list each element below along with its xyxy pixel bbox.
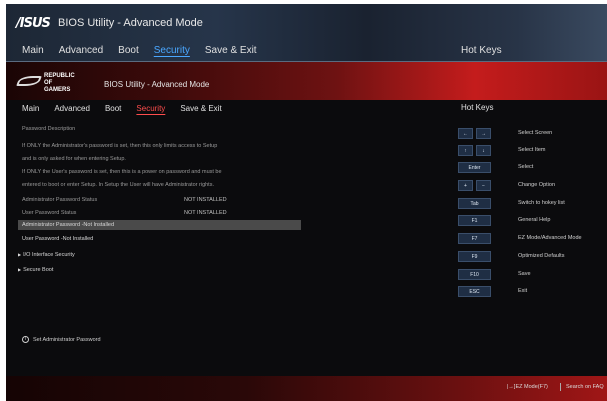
hotkey-desc: Select Screen: [518, 130, 553, 136]
hotkey-desc: Change Option: [518, 182, 555, 188]
footer-separator: [560, 383, 561, 391]
hotkey-row: F7 EZ Mode/Advanced Mode: [458, 233, 598, 245]
tab-main[interactable]: Main: [22, 104, 39, 113]
esc-key: ESC: [458, 286, 491, 297]
io-interface-security-item[interactable]: I/O Interface Security: [18, 252, 75, 258]
hotkey-desc: Save: [518, 271, 531, 277]
admin-status-label: Administrator Password Status: [22, 197, 98, 203]
rog-nav-tabs: Main Advanced Boot Security Save & Exit: [22, 104, 237, 113]
f10-key: F10: [458, 269, 491, 280]
description-line-4: entered to boot or enter Setup. In Setup…: [22, 182, 214, 188]
tab-security[interactable]: Security: [136, 104, 165, 113]
hotkey-desc: Switch to hokey list: [518, 200, 565, 206]
user-password-item[interactable]: User Password -Not Installed: [22, 236, 93, 242]
hotkey-row: Enter Select: [458, 162, 598, 174]
user-status-value: NOT INSTALLED: [184, 210, 227, 216]
asus-header-title: BIOS Utility - Advanced Mode: [58, 17, 203, 29]
description-line-1: If ONLY the Administrator's password is …: [22, 143, 218, 149]
right-arrow-key: →: [476, 128, 491, 139]
plus-key: +: [458, 180, 473, 191]
f7-key: F7: [458, 233, 491, 244]
hot-keys-label: Hot Keys: [461, 103, 494, 112]
description-line-3: If ONLY the User's password is set, then…: [22, 169, 222, 175]
user-status-label: User Password Status: [22, 210, 77, 216]
hotkey-desc: Select: [518, 164, 534, 170]
down-arrow-key: ↓: [476, 145, 491, 156]
asus-tab-security[interactable]: Security: [154, 45, 190, 56]
tab-boot[interactable]: Boot: [105, 104, 121, 113]
admin-password-item[interactable]: Administrator Password -Not Installed: [22, 222, 114, 228]
hotkey-desc: EZ Mode/Advanced Mode: [518, 235, 582, 241]
rog-header-title: BIOS Utility - Advanced Mode: [104, 80, 210, 89]
hotkey-row: Tab Switch to hokey list: [458, 198, 598, 210]
ez-mode-button[interactable]: |→]EZ Mode(F7): [507, 384, 548, 390]
rog-logo-text: REPUBLIC OF GAMERS: [44, 73, 75, 93]
password-description-heading: Password Description: [22, 126, 76, 132]
asus-tab-save-exit[interactable]: Save & Exit: [205, 45, 257, 56]
tab-save-exit[interactable]: Save & Exit: [180, 104, 221, 113]
asus-logo: /ISUS: [16, 16, 51, 31]
tab-advanced[interactable]: Advanced: [54, 104, 90, 113]
f1-key: F1: [458, 215, 491, 226]
help-text: Set Administrator Password: [33, 336, 101, 343]
rog-eye-icon: [16, 76, 42, 86]
hotkey-desc: Select Item: [518, 147, 546, 153]
hotkey-desc: Optimized Defaults: [518, 253, 565, 259]
hotkey-row: ESC Exit: [458, 286, 598, 298]
hotkey-row: F1 General Help: [458, 215, 598, 227]
hotkey-row: ↑ ↓ Select Item: [458, 145, 598, 157]
hotkey-desc: General Help: [518, 217, 551, 223]
hotkey-row: F10 Save: [458, 269, 598, 281]
asus-tab-boot[interactable]: Boot: [118, 45, 139, 56]
rog-header-bar: REPUBLIC OF GAMERS BIOS Utility - Advanc…: [6, 62, 607, 100]
up-arrow-key: ↑: [458, 145, 473, 156]
description-line-2: and is only asked for when entering Setu…: [22, 156, 126, 162]
asus-hot-keys-label: Hot Keys: [461, 45, 502, 56]
asus-tab-main[interactable]: Main: [22, 45, 44, 56]
hotkey-desc: Exit: [518, 288, 528, 294]
hotkey-row: ← → Select Screen: [458, 128, 598, 140]
info-icon: i: [22, 336, 29, 343]
help-info: i Set Administrator Password: [22, 336, 101, 343]
rog-logo: REPUBLIC OF GAMERS: [16, 73, 75, 93]
enter-key: Enter: [458, 162, 491, 173]
hotkey-row: F9 Optimized Defaults: [458, 251, 598, 263]
secure-boot-item[interactable]: Secure Boot: [18, 267, 53, 273]
hotkey-row: + − Change Option: [458, 180, 598, 192]
left-arrow-key: ←: [458, 128, 473, 139]
asus-tab-advanced[interactable]: Advanced: [59, 45, 103, 56]
asus-nav-tabs: Main Advanced Boot Security Save & Exit: [22, 45, 272, 56]
search-faq-button[interactable]: Search on FAQ: [566, 384, 604, 390]
asus-header-bar: /ISUS BIOS Utility - Advanced Mode Main …: [6, 4, 607, 62]
admin-status-value: NOT INSTALLED: [184, 197, 227, 203]
bios-window: /ISUS BIOS Utility - Advanced Mode Main …: [6, 4, 607, 401]
minus-key: −: [476, 180, 491, 191]
tab-key: Tab: [458, 198, 491, 209]
f9-key: F9: [458, 251, 491, 262]
